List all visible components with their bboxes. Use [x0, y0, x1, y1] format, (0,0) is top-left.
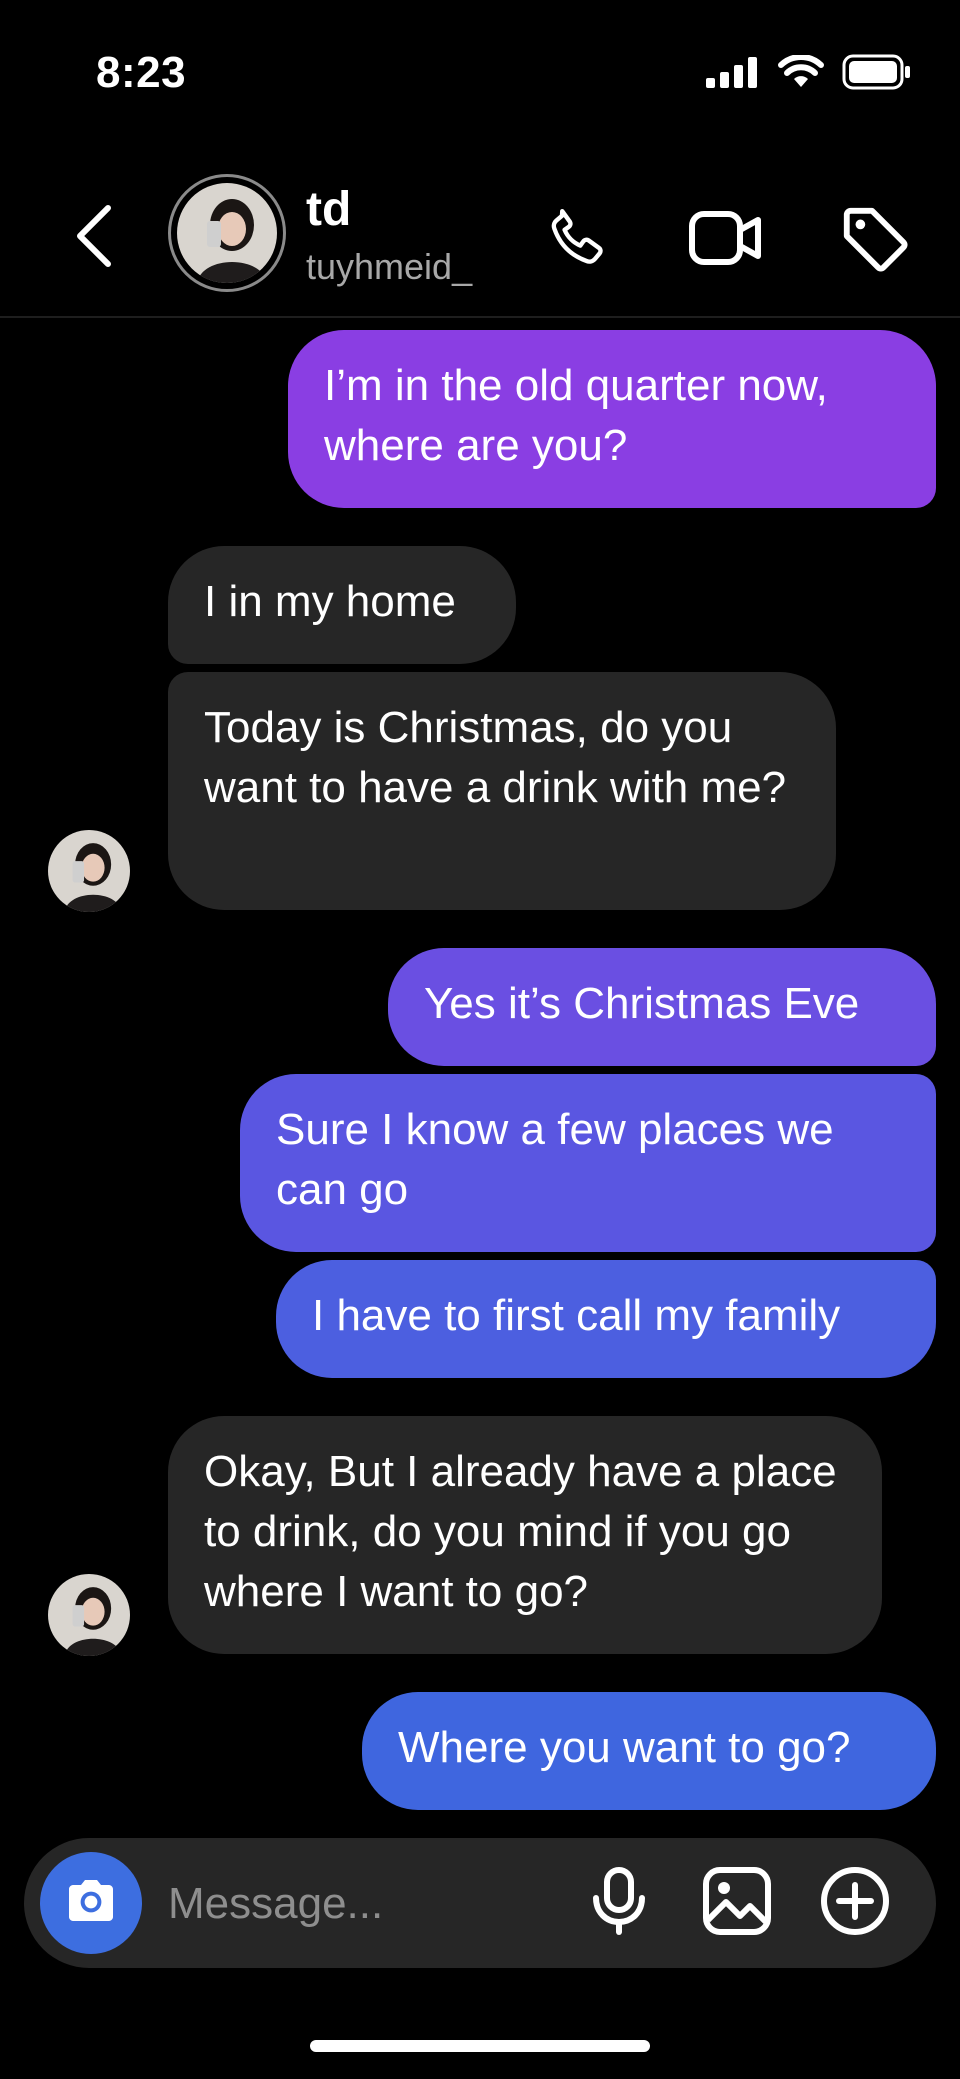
message-text: I’m in the old quarter now, where are yo… [324, 361, 828, 470]
status-icons [706, 53, 912, 95]
video-camera-icon [688, 208, 764, 273]
message-text: Sure I know a few places we can go [276, 1105, 834, 1214]
message-input[interactable] [166, 1868, 590, 1940]
tag-icon [839, 203, 909, 278]
message-text: I in my home [204, 577, 456, 626]
status-time: 8:23 [96, 48, 187, 97]
microphone-icon [590, 1866, 648, 1941]
outgoing-message[interactable]: I’m in the old quarter now, where are yo… [288, 330, 936, 508]
phone-icon [543, 203, 613, 278]
message-text: Today is Christmas, do you want to have … [204, 703, 787, 812]
tag-button[interactable] [838, 204, 910, 276]
battery-icon [842, 54, 912, 95]
chat-header: td tuyhmeid_ [0, 160, 960, 318]
message-text: Yes it’s Christmas Eve [424, 979, 860, 1028]
outgoing-message[interactable]: Sure I know a few places we can go [240, 1074, 936, 1252]
signal-icon [706, 56, 760, 93]
incoming-message[interactable]: Today is Christmas, do you want to have … [168, 672, 836, 910]
message-text: I have to first call my family [312, 1291, 841, 1340]
contact-avatar[interactable] [168, 174, 286, 292]
incoming-message[interactable]: Okay, But I already have a place to drin… [168, 1416, 882, 1654]
status-bar: 8:23 [0, 0, 960, 150]
plus-circle-icon [819, 1865, 891, 1942]
outgoing-message[interactable]: I have to first call my family [276, 1260, 936, 1378]
camera-button[interactable] [40, 1852, 142, 1954]
video-call-button[interactable] [688, 204, 764, 276]
contact-username[interactable]: tuyhmeid_ [306, 246, 472, 288]
back-button[interactable] [62, 200, 126, 276]
gallery-button[interactable] [698, 1864, 776, 1942]
outgoing-message[interactable]: Yes it’s Christmas Eve [388, 948, 936, 1066]
message-list[interactable]: I’m in the old quarter now, where are yo… [0, 318, 960, 1818]
contact-avatar-small[interactable] [48, 830, 130, 912]
incoming-message[interactable]: I in my home [168, 546, 516, 664]
message-composer [24, 1838, 936, 1968]
call-button[interactable] [542, 204, 614, 276]
more-button[interactable] [816, 1864, 894, 1942]
image-icon [702, 1866, 772, 1941]
outgoing-message[interactable]: Where you want to go? [362, 1692, 936, 1810]
home-indicator[interactable] [310, 2040, 650, 2052]
camera-icon [63, 1877, 119, 1930]
voice-message-button[interactable] [580, 1864, 658, 1942]
message-text: Okay, But I already have a place to drin… [204, 1447, 837, 1616]
contact-name[interactable]: td [306, 182, 351, 237]
message-text: Where you want to go? [398, 1723, 851, 1772]
contact-avatar-small[interactable] [48, 1574, 130, 1656]
wifi-icon [778, 53, 824, 94]
chevron-left-icon [74, 204, 114, 273]
